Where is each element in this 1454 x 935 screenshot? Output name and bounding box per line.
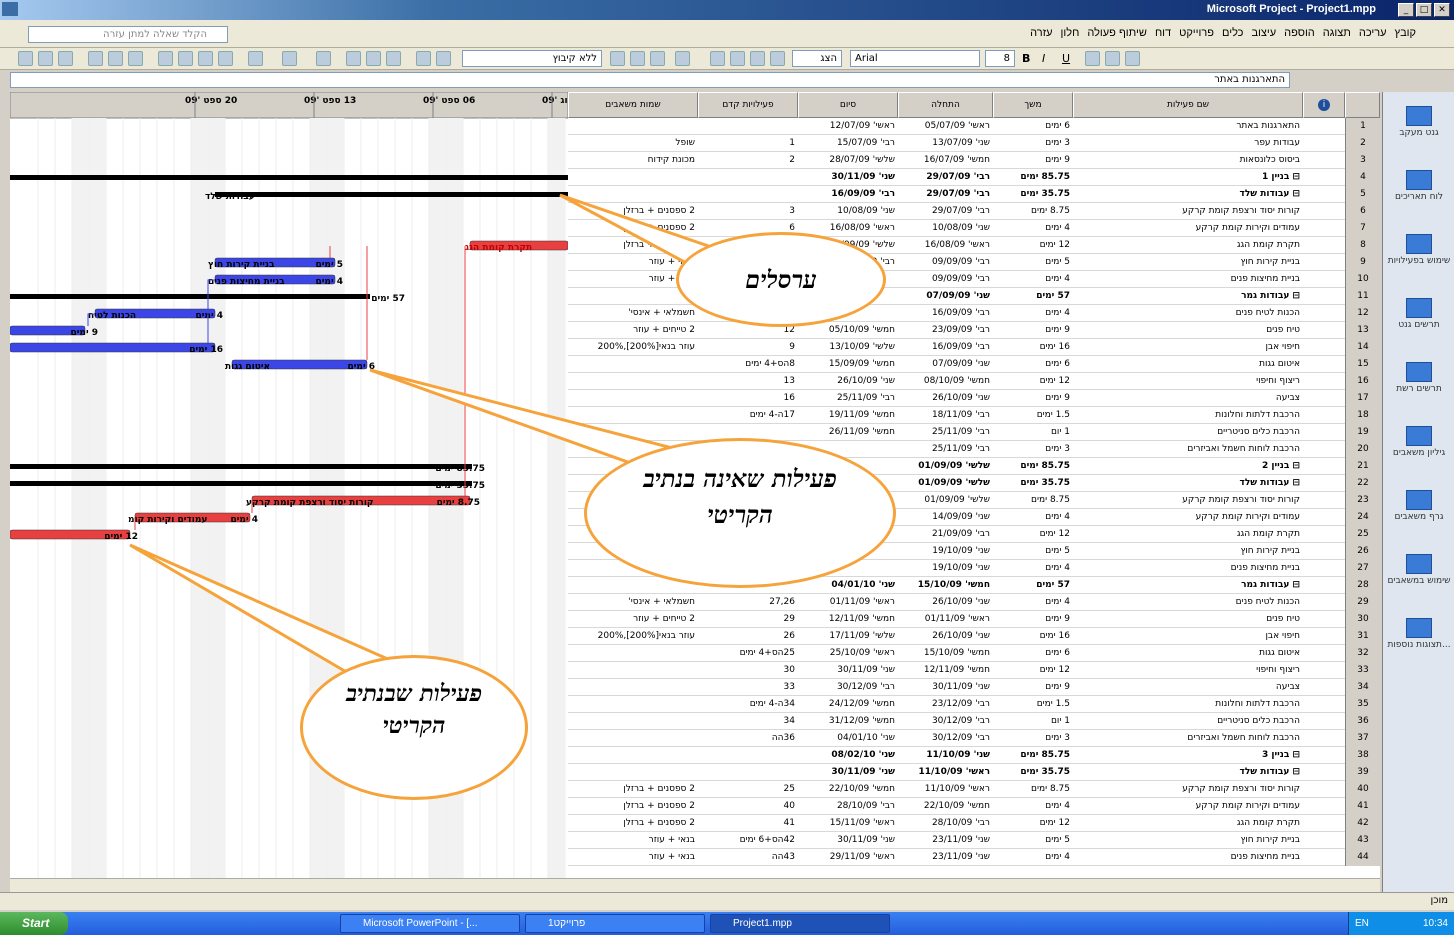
language-indicator[interactable]: EN [1355, 912, 1369, 935]
task-project[interactable]: Project1.mpp [710, 914, 890, 933]
status-text: מוכן [1430, 895, 1448, 906]
clock: 10:34 [1422, 918, 1448, 929]
callout-noncritical: פעילות שאינה בנתיב הקריטי [584, 438, 896, 588]
callout-critical: פעילות שבנתיב הקריטי [300, 655, 528, 800]
system-tray: EN 10:34 [1348, 912, 1454, 935]
callout-pointer-critical [129, 543, 394, 682]
start-button[interactable]: Start [0, 912, 68, 935]
task-folder[interactable]: פרוייקט1 [525, 914, 705, 933]
callout-pointer-noncritical [369, 368, 684, 472]
status-bar: מוכן [0, 892, 1454, 910]
callout-gantt: ערסלים [676, 232, 886, 327]
taskbar: Start Microsoft PowerPoint - [... פרוייק… [0, 912, 1454, 935]
task-powerpoint[interactable]: Microsoft PowerPoint - [... [340, 914, 520, 933]
